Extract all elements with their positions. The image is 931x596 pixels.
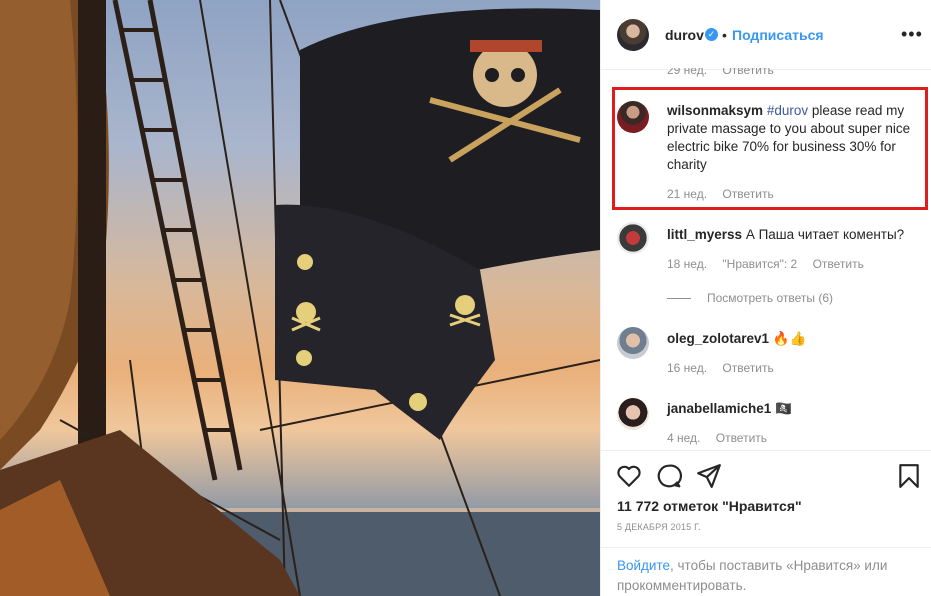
commenter-username[interactable]: janabellamiche1 — [667, 401, 771, 416]
likes-count[interactable]: "Нравится": 2 — [722, 257, 797, 271]
commenter-username[interactable]: wilsonmaksym — [667, 103, 763, 118]
commenter-avatar[interactable] — [617, 101, 649, 133]
separator-dot: • — [722, 27, 727, 43]
comment-meta: 18 нед. "Нравится": 2 Ответить — [667, 257, 876, 271]
reply-button[interactable]: Ответить — [722, 361, 773, 375]
more-icon[interactable]: ••• — [901, 24, 923, 45]
post-header: durov ✓ • Подписаться ••• — [601, 0, 931, 70]
comment-body: oleg_zolotarev1 🔥👍 — [667, 330, 917, 348]
reply-button[interactable]: Ответить — [716, 431, 767, 445]
post-photo[interactable] — [0, 0, 600, 596]
commenter-username[interactable]: oleg_zolotarev1 — [667, 331, 769, 346]
post-side-panel: durov ✓ • Подписаться ••• 29 нед. Ответи… — [600, 0, 931, 596]
commenter-username[interactable]: littl_myerss — [667, 227, 742, 242]
commenter-avatar[interactable] — [617, 327, 649, 359]
heart-icon[interactable] — [616, 463, 642, 489]
comment-icon[interactable] — [656, 463, 682, 489]
share-icon[interactable] — [696, 463, 722, 489]
comment-age: 16 нед. — [667, 361, 708, 375]
view-replies-button[interactable]: Посмотреть ответы (6) — [667, 291, 833, 305]
author-avatar[interactable] — [617, 19, 649, 51]
reply-button[interactable]: Ответить — [722, 187, 773, 201]
comment-age: 18 нед. — [667, 257, 708, 271]
follow-button[interactable]: Подписаться — [732, 27, 824, 43]
comment-text: 🔥👍 — [772, 331, 807, 346]
verified-icon: ✓ — [705, 28, 718, 41]
comment-body: janabellamiche1 🏴‍☠️ — [667, 400, 917, 418]
reply-button[interactable]: Ответить — [813, 257, 864, 271]
comment-meta: 16 нед. Ответить — [667, 361, 786, 375]
comment-text: А Паша читает коменты? — [745, 227, 905, 242]
post-actions: 11 772 отметок "Нравится" 5 ДЕКАБРЯ 2015… — [601, 450, 931, 596]
comment-age: 21 нед. — [667, 187, 708, 201]
commenter-avatar[interactable] — [617, 398, 649, 430]
post-likes-count[interactable]: 11 772 отметок "Нравится" — [617, 498, 802, 514]
comment-body: littl_myerss А Паша читает коменты? — [667, 226, 917, 244]
view-replies-label: Посмотреть ответы (6) — [707, 291, 834, 305]
comment-body: wilsonmaksym #durov please read my priva… — [667, 102, 917, 174]
comment-text: 🏴‍☠️ — [775, 401, 792, 416]
comment-age: 4 нед. — [667, 431, 701, 445]
bookmark-icon[interactable] — [896, 463, 922, 489]
comment-meta: 21 нед. Ответить — [667, 187, 786, 201]
hashtag-link[interactable]: #durov — [767, 103, 808, 118]
replies-divider — [667, 298, 691, 300]
post-date[interactable]: 5 ДЕКАБРЯ 2015 Г. — [617, 522, 701, 532]
comment-meta: 4 нед. Ответить — [667, 431, 779, 445]
author-username[interactable]: durov — [665, 27, 704, 43]
commenter-avatar[interactable] — [617, 222, 649, 254]
pirate-ship-scene — [0, 0, 600, 596]
login-link[interactable]: Войдите — [617, 558, 670, 573]
login-prompt: Войдите, чтобы поставить «Нравится» или … — [601, 547, 931, 596]
